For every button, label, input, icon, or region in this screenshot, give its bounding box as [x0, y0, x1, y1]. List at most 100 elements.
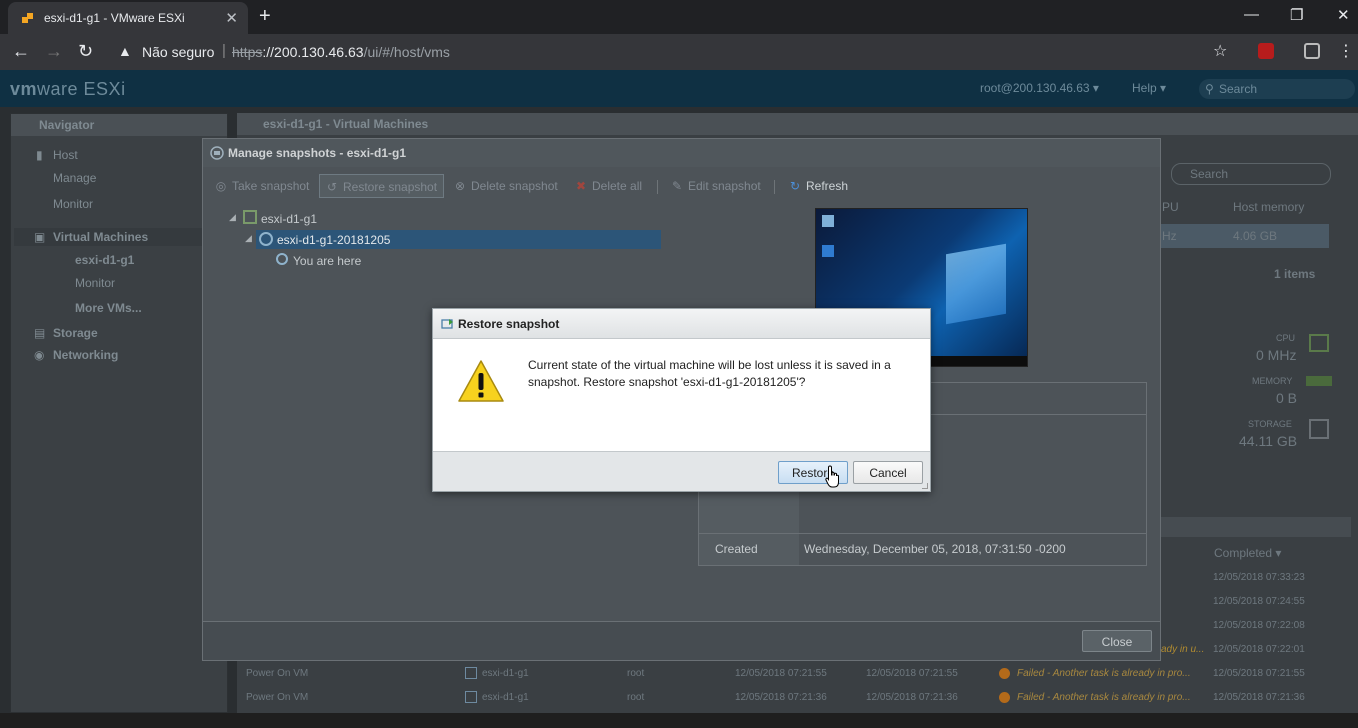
task-result: Failed - Another task is already in pro.… — [1017, 692, 1191, 703]
storage-value: 44.11 GB — [1239, 433, 1298, 449]
memory-label: MEMORY — [1252, 376, 1293, 386]
restore-dialog-message: Current state of the virtual machine wil… — [528, 358, 891, 389]
tab-close-icon[interactable]: ✕ — [225, 9, 238, 27]
close-window-button[interactable]: ✕ — [1337, 6, 1350, 24]
restore-snapshot-button[interactable]: ↺ Restore snapshot — [319, 174, 444, 198]
tree-expand-icon[interactable]: ◢ — [229, 212, 236, 223]
task-target[interactable]: esxi-d1-g1 — [482, 668, 529, 679]
cpu-value: 0 MHz — [1256, 347, 1297, 363]
bookmark-star-icon[interactable]: ☆ — [1213, 41, 1227, 61]
browser-tab[interactable]: esxi-d1-g1 - VMware ESXi ✕ — [8, 2, 248, 34]
table-row[interactable]: Power On VM esxi-d1-g1 root 12/05/2018 0… — [237, 686, 1347, 710]
tree-vm-label[interactable]: esxi-d1-g1 — [261, 212, 317, 226]
edit-snapshot-button[interactable]: ✎ Edit snapshot — [670, 174, 761, 198]
vm-panel-title: esxi-d1-g1 - Virtual Machines — [237, 113, 1358, 135]
address-separator: | — [222, 42, 226, 59]
navigator-panel: Navigator — [10, 113, 228, 713]
resize-grip-icon[interactable] — [922, 483, 928, 489]
nav-virtual-machines[interactable]: Virtual Machines — [53, 230, 148, 244]
table-row[interactable]: Power On VM esxi-d1-g1 root 12/05/2018 0… — [237, 662, 1347, 686]
tab-title: esxi-d1-g1 - VMware ESXi — [44, 11, 185, 25]
items-count: 1 items — [1274, 267, 1316, 281]
task-queued: 12/05/2018 07:21:36 — [735, 692, 827, 703]
tree-you-are-here[interactable]: You are here — [293, 254, 361, 268]
task-name: Power On VM — [246, 692, 309, 703]
delete-snapshot-button[interactable]: ⊗ Delete snapshot — [453, 174, 558, 198]
memory-value: 0 B — [1276, 390, 1298, 406]
minimize-button[interactable]: — — [1244, 6, 1259, 23]
nav-manage[interactable]: Manage — [53, 171, 96, 185]
col-host-memory-header[interactable]: Host memory — [1233, 200, 1304, 214]
close-button[interactable]: Close — [1082, 630, 1152, 652]
col-cpu-header[interactable]: PU — [1162, 200, 1179, 214]
back-arrow-icon[interactable]: ← — [12, 41, 30, 62]
forward-arrow-icon[interactable]: → — [45, 41, 63, 62]
error-icon — [999, 668, 1010, 679]
tree-expand-icon[interactable]: ◢ — [245, 233, 252, 244]
nav-host[interactable]: Host — [53, 148, 78, 162]
task-completed: 12/05/2018 07:21:36 — [1213, 692, 1305, 703]
task-result-partial: ady in u... — [1161, 644, 1205, 655]
navigator-title: Navigator — [11, 114, 227, 136]
incognito-extension-icon[interactable] — [1304, 43, 1320, 59]
nav-vm-esxi-d1-g1[interactable]: esxi-d1-g1 — [75, 253, 134, 267]
task-initiator: root — [627, 692, 645, 703]
task-target[interactable]: esxi-d1-g1 — [482, 692, 529, 703]
header-search[interactable]: ⚲ Search — [1199, 79, 1355, 99]
warning-triangle-icon[interactable]: ▲ — [118, 43, 132, 59]
refresh-button[interactable]: ↻ Refresh — [788, 174, 848, 198]
help-menu[interactable]: Help ▾ — [1132, 81, 1166, 95]
browser-tab-bar: esxi-d1-g1 - VMware ESXi ✕ + — ❐ ✕ — [0, 0, 1358, 34]
completed-column-header[interactable]: Completed ▾ — [1214, 546, 1281, 560]
toolbar-divider — [657, 180, 658, 194]
nav-vm-monitor[interactable]: Monitor — [75, 276, 115, 290]
new-tab-button[interactable]: + — [259, 5, 271, 28]
camera-icon: ◎ — [215, 179, 227, 193]
vm-icon — [465, 691, 477, 703]
tasks-header-strip — [1161, 517, 1351, 537]
manage-snapshots-title: Manage snapshots - esxi-d1-g1 — [228, 146, 407, 160]
cpu-gauge-icon — [1309, 334, 1329, 352]
task-result: Failed - Another task is already in pro.… — [1017, 668, 1191, 679]
refresh-icon: ↻ — [789, 179, 801, 193]
completed-time: 12/05/2018 07:24:55 — [1213, 596, 1305, 607]
url-text[interactable]: https://200.130.46.63/ui/#/host/vms — [232, 44, 450, 60]
nav-monitor[interactable]: Monitor — [53, 197, 93, 211]
nav-networking[interactable]: Networking — [53, 348, 118, 362]
cancel-button[interactable]: Cancel — [853, 461, 923, 484]
take-snapshot-button[interactable]: ◎ Take snapshot — [214, 174, 310, 198]
restore-window-button[interactable]: ❐ — [1290, 6, 1303, 24]
networking-icon: ◉ — [34, 348, 45, 362]
vm-tree-icon — [243, 210, 257, 224]
restore-snapshot-dialog: Restore snapshot Current state of the vi… — [432, 308, 931, 492]
reload-icon[interactable]: ↻ — [78, 41, 93, 62]
error-icon — [999, 692, 1010, 703]
vmware-esxi-logo: vmware ESXi — [10, 79, 126, 99]
created-row: Created Wednesday, December 05, 2018, 07… — [698, 533, 1147, 566]
nav-more-vms[interactable]: More VMs... — [75, 301, 142, 315]
address-bar[interactable]: ▲ Não seguro | https://200.130.46.63/ui/… — [112, 39, 1240, 65]
delete-all-button[interactable]: ✖ Delete all — [574, 174, 642, 198]
snapshot-toolbar: ◎ Take snapshot ↺ Restore snapshot ⊗ Delete… — [203, 174, 1160, 198]
row-host-memory-value: 4.06 GB — [1233, 229, 1278, 243]
user-menu[interactable]: root@200.130.46.63 ▾ — [980, 81, 1099, 95]
created-label: Created — [699, 534, 799, 565]
storage-label: STORAGE — [1248, 419, 1292, 429]
vmware-favicon-icon — [22, 13, 33, 23]
task-initiator: root — [627, 668, 645, 679]
toolbar-divider — [774, 180, 775, 194]
storage-gauge-icon — [1309, 419, 1329, 439]
search-icon: ⚲ — [1205, 82, 1214, 96]
security-label[interactable]: Não seguro — [142, 44, 214, 60]
nav-storage[interactable]: Storage — [53, 326, 98, 340]
menu-kebab-icon[interactable]: ⋮ — [1338, 41, 1354, 61]
row-cpu-value: Hz — [1162, 229, 1177, 243]
snapshot-tree-icon — [259, 232, 273, 246]
tree-snapshot-label[interactable]: esxi-d1-g1-20181205 — [277, 233, 390, 247]
url-scheme: https — [232, 44, 263, 60]
completed-time: 12/05/2018 07:33:23 — [1213, 572, 1305, 583]
warning-icon — [458, 360, 504, 402]
ublock-extension-icon[interactable] — [1258, 43, 1274, 59]
edge-icon — [822, 245, 834, 257]
vms-icon: ▣ — [34, 230, 46, 244]
